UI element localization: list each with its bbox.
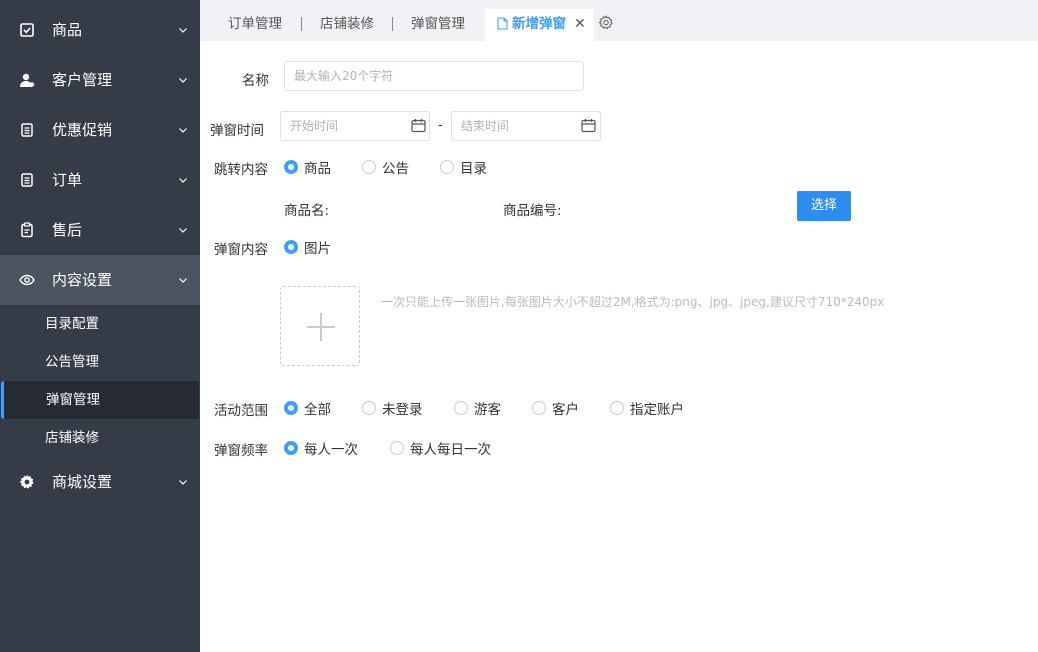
tab-new-popup[interactable]: 新增弹窗 ✕ (485, 9, 594, 41)
clipboard-icon (21, 222, 33, 238)
radio-label: 未登录 (382, 402, 423, 418)
radio-empty-icon (454, 401, 468, 415)
frequency-option-daily[interactable]: 每人每日一次 (390, 438, 491, 458)
document-icon (21, 173, 33, 187)
radio-label: 指定账户 (630, 402, 684, 418)
menu-item-label: 内容设置 (52, 271, 113, 289)
radio-selected-icon (284, 401, 298, 415)
product-code-label: 商品编号: (503, 203, 562, 219)
radio-label: 每人一次 (304, 442, 358, 458)
chevron-down-icon (179, 278, 187, 283)
submenu-item-store-decoration[interactable]: 店铺装修 (0, 419, 200, 457)
submenu-item-label: 店铺装修 (45, 430, 99, 446)
tab-popup-management[interactable]: 弹窗管理 (411, 9, 465, 41)
image-upload[interactable] (280, 286, 360, 366)
scope-option-customer[interactable]: 客户 (532, 398, 579, 418)
radio-label: 客户 (552, 402, 579, 418)
chevron-down-icon (179, 128, 187, 133)
tab-divider (301, 17, 302, 31)
product-name-label: 商品名: (284, 203, 330, 219)
plus-icon (320, 313, 322, 341)
tab-divider (392, 17, 393, 31)
scope-option-guest[interactable]: 游客 (454, 398, 501, 418)
time-separator: - (438, 118, 443, 133)
jump-option-catalog[interactable]: 目录 (440, 157, 487, 177)
tab-store-decoration[interactable]: 店铺装修 (320, 9, 374, 41)
submenu-item-catalog-config[interactable]: 目录配置 (0, 305, 200, 343)
radio-label: 图片 (304, 241, 331, 257)
end-time-input[interactable] (451, 111, 601, 141)
tab-bar: 订单管理 店铺装修 弹窗管理 新增弹窗 ✕ (200, 0, 1038, 41)
menu-item-product[interactable]: 商品 (0, 5, 200, 55)
close-icon[interactable]: ✕ (574, 9, 586, 39)
menu-item-mall-settings[interactable]: 商城设置 (0, 457, 200, 507)
radio-empty-icon (532, 401, 546, 415)
menu-item-customers[interactable]: 客户管理 (0, 55, 200, 105)
chevron-down-icon (179, 178, 187, 183)
radio-label: 全部 (304, 402, 331, 418)
scope-option-specified-account[interactable]: 指定账户 (610, 398, 684, 418)
radio-empty-icon (362, 160, 376, 174)
calendar-icon[interactable] (581, 118, 596, 133)
tab-label: 新增弹窗 (512, 16, 566, 32)
popup-frequency-label: 弹窗频率 (214, 443, 268, 459)
menu-item-label: 订单 (52, 171, 83, 189)
name-label: 名称 (242, 73, 269, 89)
submenu-item-label: 弹窗管理 (46, 392, 100, 408)
radio-label: 游客 (474, 402, 501, 418)
gear-icon[interactable] (598, 15, 614, 31)
submenu-item-label: 目录配置 (45, 316, 99, 332)
upload-hint: 一次只能上传一张图片,每张图片大小不超过2M,格式为:png、jpg、jpeg,… (381, 295, 885, 309)
radio-selected-icon (284, 441, 298, 455)
menu-item-content-settings[interactable]: 内容设置 (0, 255, 200, 305)
sidebar: 商品 客户管理 优惠促销 订单 售后 内容设置 目录配置 公告管理 弹窗管理 店… (0, 0, 200, 652)
user-icon (20, 73, 35, 87)
menu-item-promotions[interactable]: 优惠促销 (0, 105, 200, 155)
chevron-down-icon (179, 28, 187, 33)
jump-option-announcement[interactable]: 公告 (362, 157, 409, 177)
menu-item-label: 优惠促销 (52, 121, 113, 139)
calendar-icon[interactable] (411, 118, 426, 133)
scope-option-all[interactable]: 全部 (284, 398, 331, 418)
eye-icon (19, 274, 35, 286)
content-option-image[interactable]: 图片 (284, 237, 331, 257)
chevron-down-icon (179, 78, 187, 83)
menu-item-orders[interactable]: 订单 (0, 155, 200, 205)
radio-empty-icon (362, 401, 376, 415)
menu-item-after-sales[interactable]: 售后 (0, 205, 200, 255)
submenu-item-announcements[interactable]: 公告管理 (0, 343, 200, 381)
radio-empty-icon (610, 401, 624, 415)
start-time-input[interactable] (280, 111, 430, 141)
radio-selected-icon (284, 240, 298, 254)
jump-content-label: 跳转内容 (214, 162, 268, 178)
radio-selected-icon (284, 160, 298, 174)
activity-scope-label: 活动范围 (214, 403, 268, 419)
chevron-down-icon (179, 480, 187, 485)
radio-label: 目录 (460, 161, 487, 177)
radio-empty-icon (440, 160, 454, 174)
frequency-option-once[interactable]: 每人一次 (284, 438, 358, 458)
checklist-icon (20, 23, 34, 37)
select-button[interactable]: 选择 (797, 191, 851, 221)
radio-empty-icon (390, 441, 404, 455)
jump-option-product[interactable]: 商品 (284, 157, 331, 177)
submenu-item-popup-management[interactable]: 弹窗管理 (1, 381, 199, 419)
menu-item-label: 客户管理 (52, 71, 113, 89)
radio-label: 公告 (382, 161, 409, 177)
radio-label: 每人每日一次 (410, 442, 491, 458)
document-icon (497, 17, 508, 30)
submenu-item-label: 公告管理 (45, 354, 99, 370)
radio-label: 商品 (304, 161, 331, 177)
document-icon (21, 123, 33, 137)
menu-item-label: 商品 (52, 21, 83, 39)
name-input[interactable] (284, 61, 584, 91)
gear-icon (19, 474, 34, 489)
menu-item-label: 售后 (52, 221, 83, 239)
popup-time-label: 弹窗时间 (210, 123, 264, 139)
menu-item-label: 商城设置 (52, 473, 113, 491)
scope-option-not-logged-in[interactable]: 未登录 (362, 398, 423, 418)
popup-content-label: 弹窗内容 (214, 242, 268, 258)
chevron-down-icon (179, 228, 187, 233)
tab-order-management[interactable]: 订单管理 (228, 9, 282, 41)
